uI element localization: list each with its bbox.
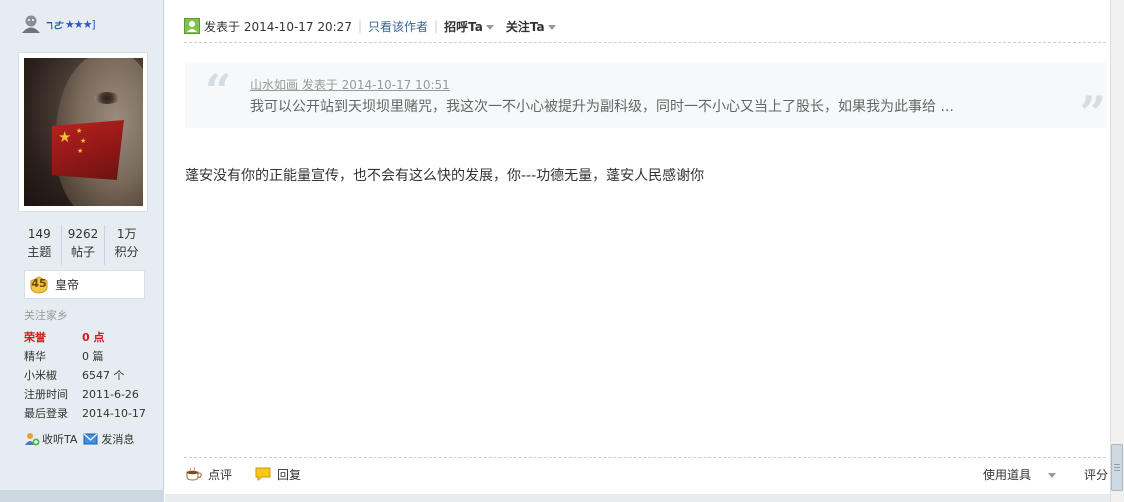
profile-key: 精华 [24,350,46,363]
use-tool-label[interactable]: 使用道具 [983,468,1031,482]
quote-open-icon: “ [205,64,232,118]
hometown-label: 关注家乡 [24,309,68,322]
profile-row-registered: 注册时间 2011-6-26 [24,385,146,404]
header-separator [184,42,1106,43]
stat-posts[interactable]: 9262 帖子 [62,225,106,265]
greet-dropdown[interactable]: 招呼Ta [444,18,494,35]
quote-source-link[interactable]: 山水如画 发表于 2014-10-17 10:51 [250,76,450,93]
profile-value: 0 篇 [82,350,104,363]
comment-label[interactable]: 点评 [208,466,232,483]
avatar[interactable]: ★ ★ ★ ★ [24,58,143,206]
profile-value: 2011-6-26 [82,388,139,401]
reply-label[interactable]: 回复 [277,466,301,483]
scrollbar-grip [1114,464,1120,465]
stat-label: 帖子 [71,245,96,259]
follow-user-button[interactable]: 收听TA [24,431,77,447]
scrollbar-grip [1114,470,1120,471]
flag-star-small-icon: ★ [77,147,84,155]
rank-title: 皇帝 [55,278,80,292]
footer-separator [184,457,1106,458]
level-number: 45 [31,276,47,290]
username[interactable]: ℸㄜ [46,17,63,32]
profile-key: 小米椒 [24,369,57,382]
stat-label: 主题 [27,245,52,259]
profile-value: 2014-10-17 [82,407,146,420]
stat-value[interactable]: 9262 [62,225,105,243]
profile-value: 0 点 [82,331,105,344]
profile-key: 荣誉 [24,331,46,344]
stat-label: 积分 [114,245,139,259]
chevron-down-icon [547,24,556,30]
flag-star-icon: ★ [58,128,72,146]
follow-label[interactable]: 关注Ta [506,20,545,34]
profile-value: 6547 个 [82,369,125,382]
quote-block: “ 山水如画 发表于 2014-10-17 10:51 我可以公开站到天坝坝里赌… [185,63,1106,140]
header-divider: | [434,19,439,33]
post-header: 发表于 2014-10-17 20:27 | 只看该作者 | 招呼Ta 关注Ta [184,16,556,36]
scrollbar-grip [1114,467,1120,468]
post-footer-tools: 使用道具 评分 举报 [983,464,1124,484]
avatar-frame[interactable]: ★ ★ ★ ★ [18,52,148,212]
coffee-cup-icon [186,466,202,481]
send-message-button[interactable]: 发消息 [83,431,134,447]
only-author-link[interactable]: 只看该作者 [368,18,428,35]
user-stats: 149 主题 9262 帖子 1万 积分 [18,225,148,265]
sidebar-footer-strip [0,490,164,502]
profile-row-digest: 精华 0 篇 [24,347,146,366]
speech-bubble-icon [255,467,271,481]
user-stars: ★★★] [64,17,96,31]
stat-value[interactable]: 149 [18,225,61,243]
level-badge-icon: 45 [29,275,49,294]
quote-text: 我可以公开站到天坝坝里赌咒，我这次一不小心被提升为副科级，同时一不小心又当上了股… [250,99,954,115]
rate-button[interactable]: 评分 [1084,466,1108,483]
user-avatar-icon [22,15,40,33]
user-profile-list: 荣誉 0 点 精华 0 篇 小米椒 6547 个 注册时间 2011-6-26 … [24,328,146,423]
reply-button[interactable]: 回复 [254,466,301,483]
comment-button[interactable]: 点评 [185,466,232,483]
stat-threads[interactable]: 149 主题 [18,225,62,265]
post-timestamp: 发表于 2014-10-17 20:27 [204,19,352,34]
profile-key: 最后登录 [24,407,68,420]
use-tool-dropdown[interactable]: 使用道具 [983,466,1070,483]
greet-label[interactable]: 招呼Ta [444,20,483,34]
follow-user-label[interactable]: 收听TA [42,431,77,447]
online-status-icon [184,18,200,34]
user-actions: 收听TA 发消息 [24,431,140,447]
profile-key: 注册时间 [24,388,68,401]
scrollbar-thumb[interactable] [1111,444,1123,491]
follow-dropdown[interactable]: 关注Ta [506,18,556,35]
chevron-down-icon [485,24,494,30]
stat-value[interactable]: 1万 [105,225,148,243]
post-message: 蓬安没有你的正能量宣传，也不会有这么快的发展，你---功德无量，蓬安人民感谢你 [185,168,705,184]
quote-close-icon: ” [1079,86,1106,140]
profile-row-last-login: 最后登录 2014-10-17 [24,404,146,423]
vertical-scrollbar[interactable] [1110,0,1124,502]
rank-box: 45 皇帝 [24,270,145,299]
send-message-label[interactable]: 发消息 [101,431,134,447]
envelope-icon [83,433,98,445]
follow-user-icon [25,433,40,446]
chevron-down-icon [1048,472,1057,478]
username-row[interactable]: ℸㄜ ★★★] [20,14,96,34]
post-footer-strip [165,494,1110,502]
post-footer-actions: 点评 回复 [185,464,323,484]
profile-row-honor: 荣誉 0 点 [24,328,146,347]
profile-row-pepper: 小米椒 6547 个 [24,366,146,385]
header-divider: | [357,19,362,33]
stat-points[interactable]: 1万 积分 [105,225,148,265]
avatar-eye-shape [94,92,120,104]
